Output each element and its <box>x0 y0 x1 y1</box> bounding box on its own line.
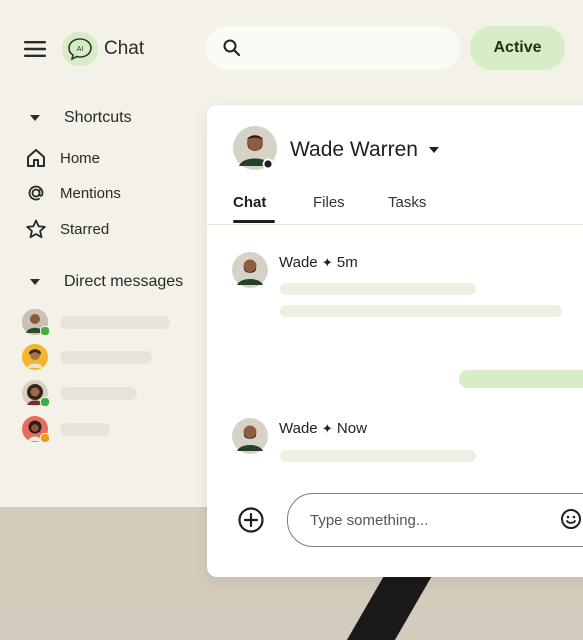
app-logo[interactable]: AI Chat <box>62 32 144 66</box>
tab-tasks[interactable]: Tasks <box>388 194 426 211</box>
app-name: Chat <box>104 38 145 59</box>
sparkle-icon: ✦ <box>321 421 333 436</box>
contact-name[interactable]: Wade Warren <box>290 138 418 162</box>
message-time: 5m <box>336 254 358 271</box>
chevron-down-icon <box>30 279 40 285</box>
tab-files[interactable]: Files <box>313 194 345 211</box>
dm-item[interactable] <box>22 416 110 443</box>
star-icon <box>24 217 48 241</box>
chat-logo-icon: AI <box>62 32 98 66</box>
search-icon <box>223 39 241 57</box>
message-time: Now <box>336 420 367 437</box>
dm-item[interactable] <box>22 309 170 336</box>
message-text-placeholder <box>280 283 476 295</box>
sidebar-item-label: Starred <box>60 220 110 238</box>
message-text-placeholder <box>280 450 476 462</box>
chat-panel: Wade Warren Chat Files Tasks Wade ✦ 5m W… <box>207 105 583 577</box>
message-meta: Wade ✦ Now <box>279 420 367 437</box>
chevron-down-icon[interactable] <box>429 147 439 153</box>
shortcuts-section-toggle[interactable]: Shortcuts <box>26 109 132 127</box>
status-button[interactable]: Active <box>470 26 565 70</box>
dm-name-placeholder <box>60 386 137 400</box>
sidebar-item-starred[interactable]: Starred <box>24 217 109 241</box>
search-bar[interactable] <box>206 26 460 70</box>
dm-item[interactable] <box>22 380 137 407</box>
message-composer[interactable] <box>287 493 583 547</box>
presence-away-indicator <box>40 433 50 443</box>
presence-online-indicator <box>40 397 50 407</box>
contact-avatar[interactable] <box>233 126 277 170</box>
chevron-down-icon <box>30 115 40 121</box>
message-meta: Wade ✦ 5m <box>279 254 358 271</box>
sidebar-item-label: Home <box>60 149 101 167</box>
message-avatar <box>232 252 268 288</box>
dm-item[interactable] <box>22 344 152 370</box>
active-tab-indicator <box>233 220 275 223</box>
avatar <box>22 309 50 336</box>
dm-name-placeholder <box>60 422 110 436</box>
menu-icon[interactable] <box>22 36 48 62</box>
message-avatar <box>232 418 268 454</box>
outgoing-message-placeholder <box>459 370 583 388</box>
avatar <box>22 416 50 443</box>
message-text-placeholder <box>280 305 562 317</box>
message-sender: Wade <box>279 420 318 437</box>
direct-messages-label: Direct messages <box>64 273 184 290</box>
home-icon <box>24 146 48 170</box>
dm-name-placeholder <box>60 315 170 329</box>
sidebar-item-label: Mentions <box>60 184 121 202</box>
sparkle-icon: ✦ <box>321 255 333 270</box>
sidebar-item-home[interactable]: Home <box>24 146 100 170</box>
tab-chat[interactable]: Chat <box>233 194 266 211</box>
sidebar-item-mentions[interactable]: Mentions <box>24 181 121 205</box>
presence-online-indicator <box>40 326 50 336</box>
add-attachment-icon[interactable] <box>236 505 266 535</box>
divider <box>207 224 583 225</box>
dm-name-placeholder <box>60 350 152 364</box>
search-input[interactable] <box>250 32 460 64</box>
logo-badge-text: AI <box>77 46 84 53</box>
avatar <box>22 344 48 370</box>
shortcuts-label: Shortcuts <box>64 109 132 126</box>
message-input[interactable] <box>308 505 542 535</box>
avatar <box>22 380 50 407</box>
emoji-icon[interactable] <box>560 508 582 530</box>
message-sender: Wade <box>279 254 318 271</box>
direct-messages-section-toggle[interactable]: Direct messages <box>26 273 183 291</box>
at-sign-icon <box>24 181 48 205</box>
